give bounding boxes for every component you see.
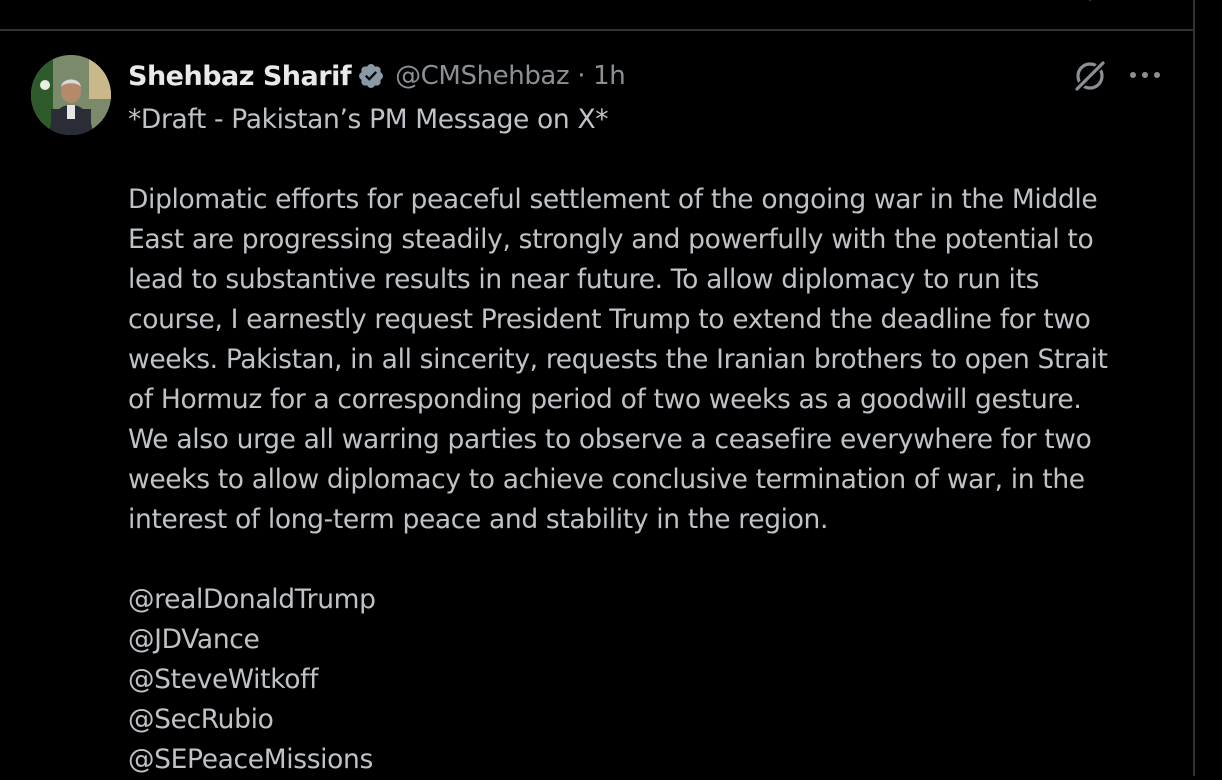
tweet-body-line: weeks to allow diplomacy to achieve conc… [128, 464, 1085, 495]
mention-link[interactable]: @JDVance [128, 620, 1178, 660]
tweet-body-line: We also urge all warring parties to obse… [128, 424, 1092, 455]
mentions-list: @realDonaldTrump @JDVance @SteveWitkoff … [128, 580, 1178, 780]
previous-tweet-remnant-icon [1080, 0, 1100, 4]
tweet-body-line: course, I earnestly request President Tr… [128, 304, 1091, 335]
tweet-body-line: East are progressing steadily, strongly … [128, 224, 1094, 255]
author-display-name[interactable]: Shehbaz Sharif [128, 61, 352, 92]
tweet-body-line: interest of long-term peace and stabilit… [128, 504, 829, 535]
verified-badge-icon[interactable] [357, 62, 385, 90]
header-separator: · [577, 61, 586, 91]
tweet-body-line: Diplomatic efforts for peaceful settleme… [128, 184, 1098, 215]
mention-link[interactable]: @SecRubio [128, 700, 1178, 740]
grok-icon[interactable] [1070, 56, 1110, 96]
mention-link[interactable]: @SteveWitkoff [128, 660, 1178, 700]
tweet-timestamp[interactable]: 1h [593, 61, 626, 91]
tweet-body-line: lead to substantive results in near futu… [128, 264, 1040, 295]
author-handle[interactable]: @CMShehbaz [395, 61, 570, 91]
mention-link[interactable]: @realDonaldTrump [128, 580, 1178, 620]
timeline-column: Shehbaz Sharif @CMShehbaz · 1h *Draft - … [0, 0, 1195, 776]
more-options-icon[interactable] [1128, 64, 1162, 86]
tweet-body-line: weeks. Pakistan, in all sincerity, reque… [128, 344, 1108, 375]
tweet-header: Shehbaz Sharif @CMShehbaz · 1h [128, 56, 626, 96]
tweet-body: Diplomatic efforts for peaceful settleme… [128, 180, 1178, 540]
mention-link[interactable]: @SEPeaceMissions [128, 740, 1178, 780]
tweet-draft-label: *Draft - Pakistan’s PM Message on X* [128, 104, 609, 135]
tweet-text: *Draft - Pakistan’s PM Message on X* Dip… [128, 100, 1178, 780]
top-divider [0, 29, 1195, 31]
tweet-body-line: of Hormuz for a corresponding period of … [128, 384, 1082, 415]
avatar[interactable] [31, 55, 111, 135]
